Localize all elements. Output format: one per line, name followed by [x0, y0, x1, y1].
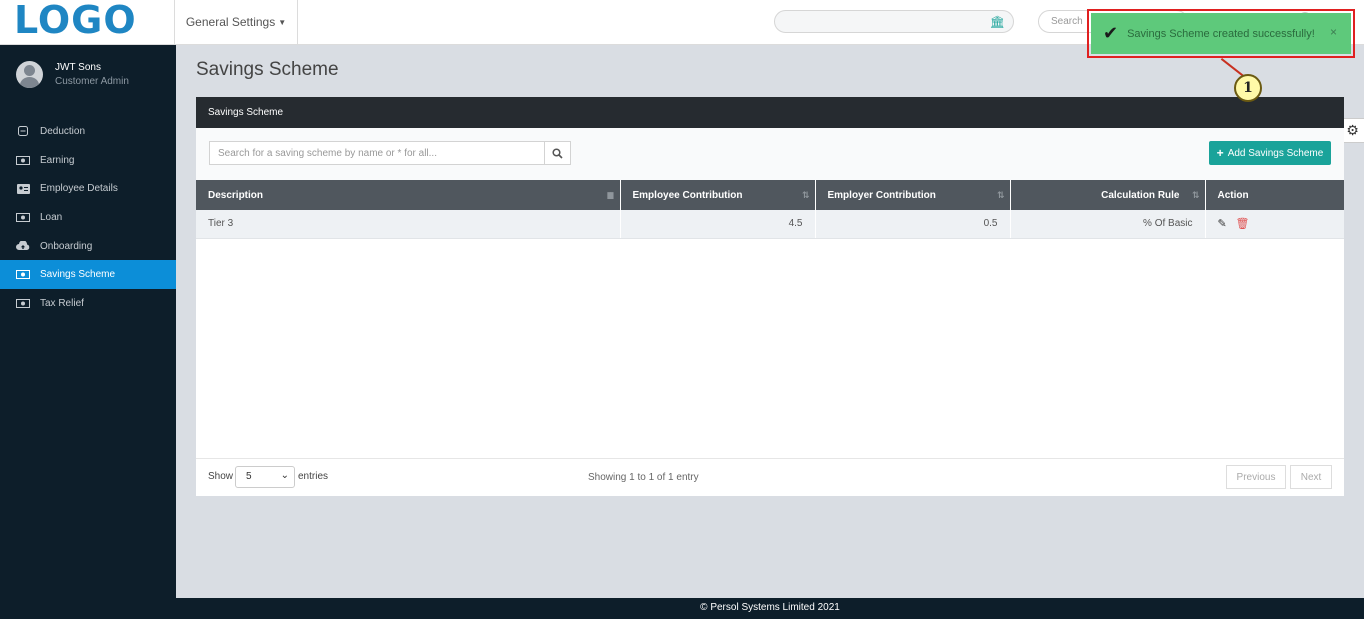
sidebar-item-label: Loan	[40, 211, 63, 223]
column-header-employer-contribution[interactable]: Employer Contribution ⇅	[815, 180, 1011, 210]
bank-icon[interactable]: 🏛	[990, 15, 1005, 29]
search-icon	[552, 147, 563, 159]
column-header-description[interactable]: Description ▮▮	[196, 180, 621, 210]
global-search-input[interactable]: 🏛	[774, 10, 1014, 33]
sidebar-item-employee-details[interactable]: Employee Details	[0, 174, 176, 203]
search-button[interactable]	[545, 141, 571, 165]
column-header-calculation-rule[interactable]: Calculation Rule ⇅	[1010, 180, 1206, 210]
money-icon	[16, 270, 30, 280]
card-toolbar: Search for a saving scheme by name or * …	[196, 128, 1344, 180]
savings-scheme-card: Savings Scheme Search for a saving schem…	[196, 97, 1344, 496]
page-title: Savings Scheme	[196, 59, 339, 80]
callout-line	[1220, 58, 1245, 77]
sidebar-item-loan[interactable]: Loan	[0, 203, 176, 232]
page-size-select[interactable]: 5 ⌄	[235, 466, 295, 488]
sidebar-item-label: Savings Scheme	[40, 269, 116, 281]
sidebar-item-label: Tax Relief	[40, 297, 84, 309]
cloud-upload-icon	[16, 241, 30, 251]
sidebar-item-label: Earning	[40, 154, 75, 166]
money-icon	[16, 212, 30, 222]
table-footer: Show 5 ⌄ entries Showing 1 to 1 of 1 ent…	[196, 458, 1344, 496]
sort-icon: ⇅	[801, 190, 809, 200]
scheme-search-input[interactable]: Search for a saving scheme by name or * …	[209, 141, 545, 165]
cell-description: Tier 3	[196, 210, 621, 239]
card-title: Savings Scheme	[196, 97, 1344, 128]
sidebar-nav: Deduction Earning Employee Details Loan …	[0, 117, 176, 318]
checkmark-icon: ✔	[1103, 23, 1119, 43]
logo: LOGO	[14, 0, 137, 42]
sidebar-item-earning[interactable]: Earning	[0, 146, 176, 175]
cell-employee-contribution: 4.5	[620, 210, 816, 239]
sidebar: JWT Sons Customer Admin Deduction Earnin…	[0, 45, 176, 619]
add-savings-scheme-button[interactable]: + Add Savings Scheme	[1209, 141, 1331, 165]
chevron-down-icon: ⌄	[280, 470, 289, 481]
sort-icon: ⇅	[1191, 190, 1199, 200]
gear-icon: ⚙	[1346, 122, 1359, 138]
sidebar-item-tax-relief[interactable]: Tax Relief	[0, 289, 176, 318]
sort-icon: ⇅	[996, 190, 1004, 200]
general-settings-menu[interactable]: General Settings ▼	[174, 0, 298, 45]
column-header-action: Action	[1205, 180, 1344, 210]
id-card-icon	[16, 183, 30, 194]
show-label: Show	[208, 471, 234, 482]
caret-down-icon: ▼	[278, 17, 287, 27]
cell-calculation-rule: % Of Basic	[1010, 210, 1206, 239]
search-placeholder: Search	[1051, 16, 1083, 27]
add-button-label: Add Savings Scheme	[1227, 147, 1324, 159]
search-placeholder: Search for a saving scheme by name or * …	[218, 148, 437, 159]
toast-message: Savings Scheme created successfully!	[1127, 27, 1315, 40]
plus-icon: +	[1216, 146, 1224, 160]
callout-badge: 1	[1234, 74, 1262, 102]
next-button[interactable]: Next	[1290, 465, 1332, 489]
entries-label: entries	[298, 471, 329, 482]
minus-box-icon	[16, 126, 30, 137]
general-settings-label: General Settings	[185, 15, 276, 29]
savings-scheme-table: Description ▮▮ Employee Contribution ⇅ Emp…	[196, 180, 1344, 239]
sidebar-item-label: Deduction	[40, 125, 86, 137]
sidebar-item-onboarding[interactable]: Onboarding	[0, 232, 176, 261]
copyright-footer: © Persol Systems Limited 2021	[176, 598, 1364, 619]
user-role: Customer Admin	[55, 76, 129, 87]
sidebar-item-deduction[interactable]: Deduction	[0, 117, 176, 146]
user-name: JWT Sons	[55, 62, 101, 73]
sort-icon: ▮▮	[606, 190, 615, 200]
cell-actions: ✎ 🗑	[1205, 210, 1344, 239]
page-size-value: 5	[246, 471, 252, 482]
edit-pencil-icon[interactable]: ✎	[1218, 218, 1227, 230]
avatar	[16, 61, 43, 88]
column-header-employee-contribution[interactable]: Employee Contribution ⇅	[620, 180, 816, 210]
previous-button[interactable]: Previous	[1226, 465, 1286, 489]
money-icon	[16, 155, 30, 165]
success-toast: ✔ Savings Scheme created successfully! ×	[1091, 13, 1351, 54]
close-icon[interactable]: ×	[1330, 25, 1337, 39]
sidebar-item-label: Employee Details	[40, 183, 118, 195]
table-row: Tier 3 4.5 0.5 % Of Basic ✎ 🗑	[196, 210, 1344, 239]
sidebar-item-savings-scheme[interactable]: Savings Scheme	[0, 260, 176, 290]
sidebar-item-label: Onboarding	[40, 240, 93, 252]
trash-icon[interactable]: 🗑	[1236, 218, 1250, 230]
pagination-info: Showing 1 to 1 of 1 entry	[588, 472, 699, 483]
cell-employer-contribution: 0.5	[815, 210, 1011, 239]
money-icon	[16, 298, 30, 308]
